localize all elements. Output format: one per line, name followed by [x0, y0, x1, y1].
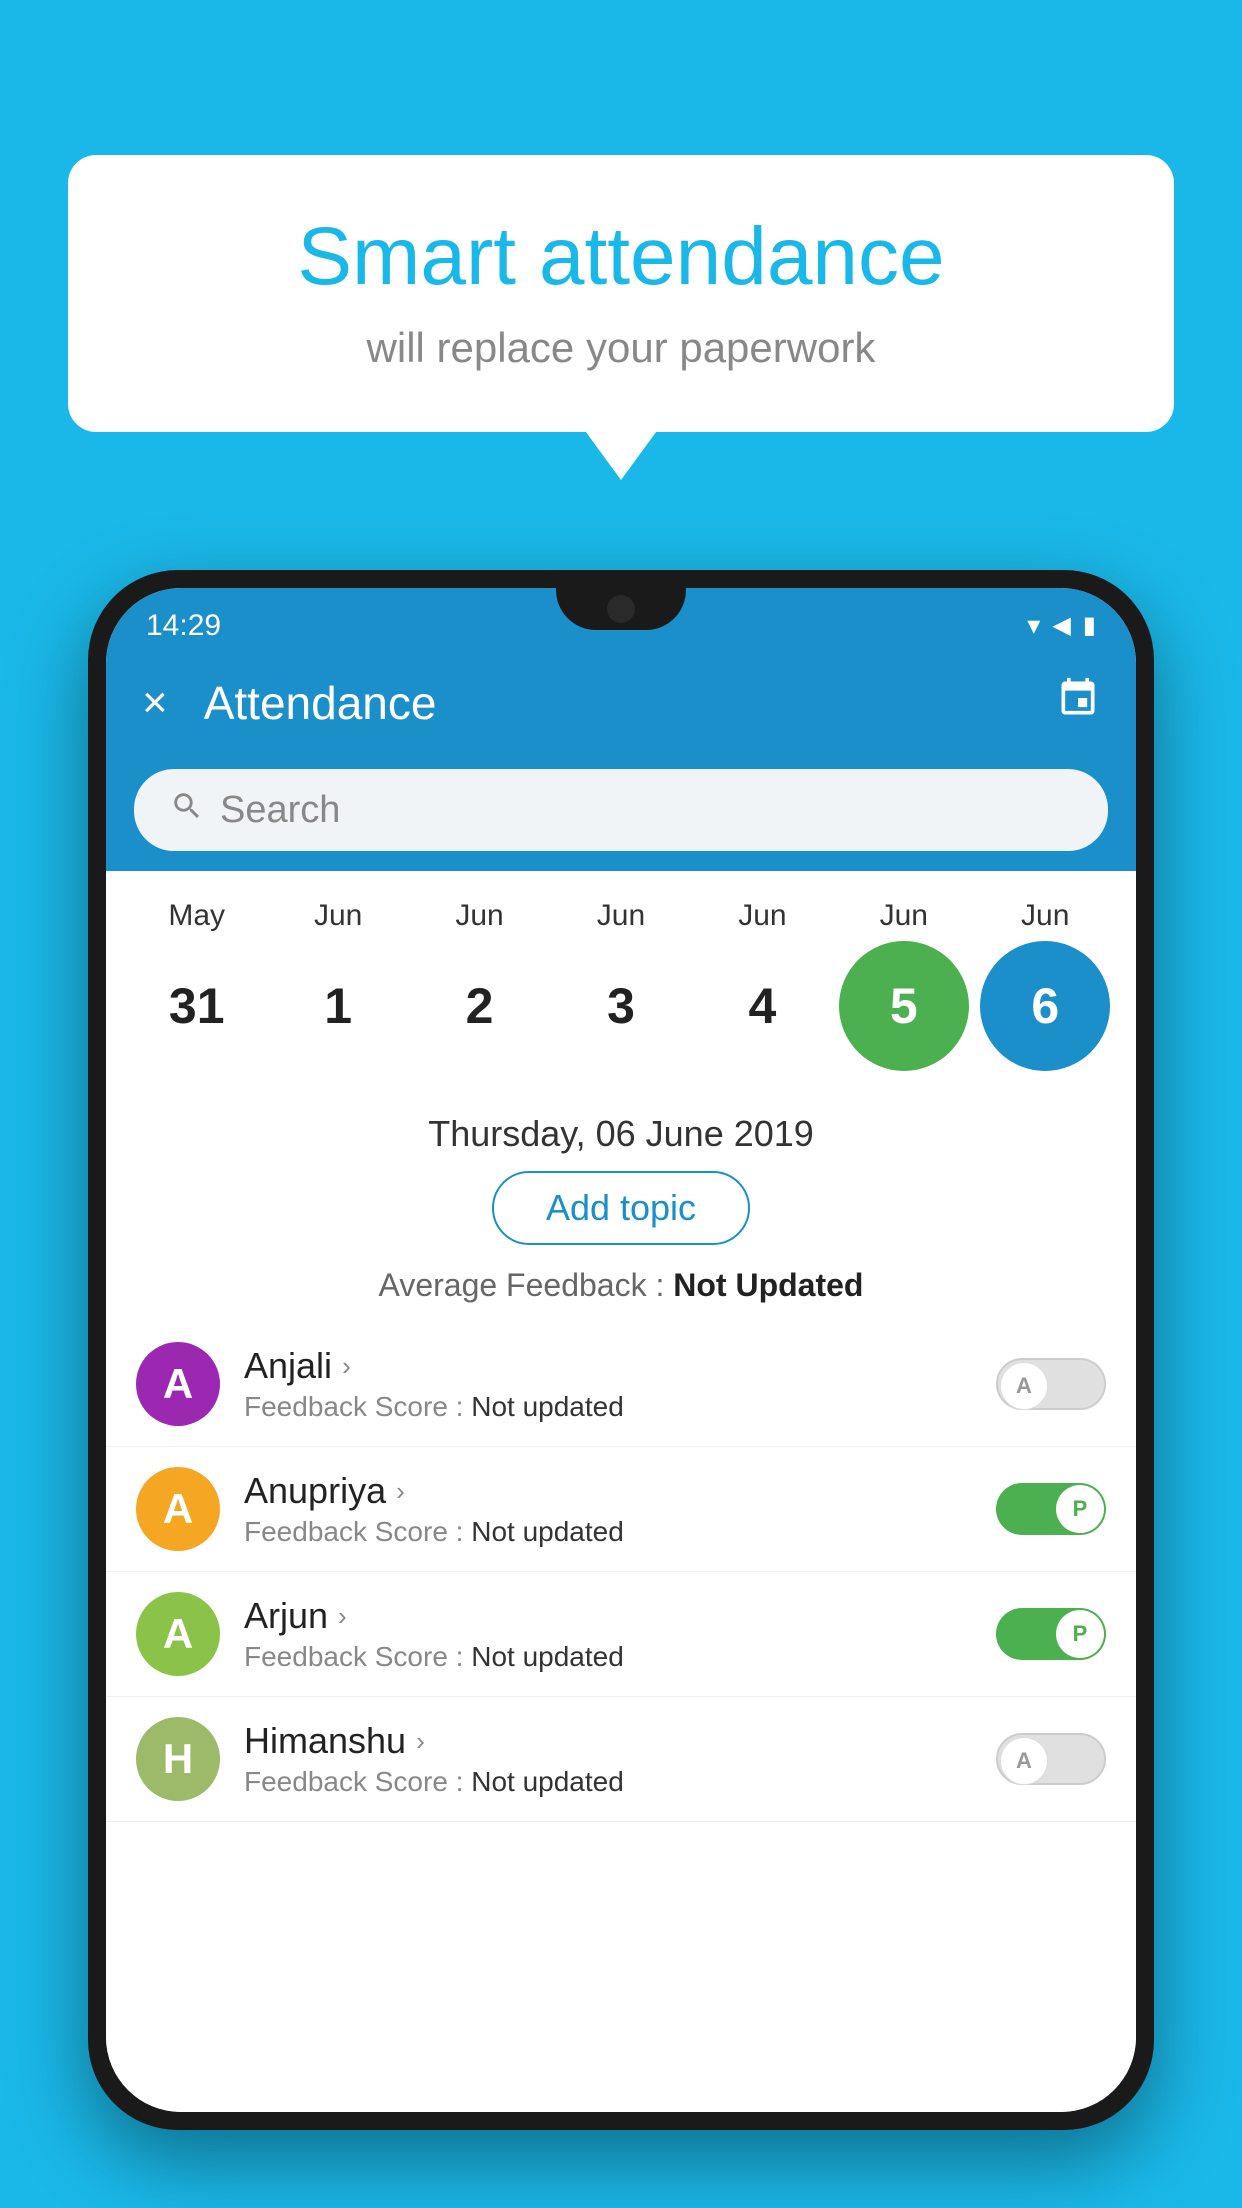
- toggle-switch[interactable]: P: [996, 1608, 1106, 1660]
- chevron-icon: ›: [342, 1351, 351, 1382]
- speech-bubble: Smart attendance will replace your paper…: [68, 155, 1174, 432]
- toggle-switch[interactable]: A: [996, 1358, 1106, 1410]
- calendar-date[interactable]: 4: [697, 941, 827, 1071]
- student-item: H Himanshu › Feedback Score : Not update…: [106, 1697, 1136, 1822]
- phone-notch: [556, 588, 686, 630]
- attendance-toggle[interactable]: A: [996, 1358, 1106, 1410]
- toggle-knob: P: [1056, 1485, 1104, 1533]
- calendar-date[interactable]: 2: [415, 941, 545, 1071]
- search-bar-wrapper: Search: [106, 753, 1136, 871]
- calendar-month: Jun: [273, 899, 403, 933]
- toggle-switch[interactable]: A: [996, 1733, 1106, 1785]
- student-avatar: H: [136, 1717, 220, 1801]
- app-bar: × Attendance: [106, 653, 1136, 753]
- student-feedback: Feedback Score : Not updated: [244, 1391, 996, 1423]
- search-icon: [170, 789, 204, 832]
- speech-bubble-title: Smart attendance: [128, 210, 1114, 304]
- student-feedback: Feedback Score : Not updated: [244, 1766, 996, 1798]
- signal-icon: ◀: [1052, 611, 1070, 640]
- chevron-icon: ›: [416, 1726, 425, 1757]
- student-name[interactable]: Anupriya ›: [244, 1470, 996, 1512]
- attendance-toggle[interactable]: P: [996, 1608, 1106, 1660]
- speech-bubble-subtitle: will replace your paperwork: [128, 324, 1114, 372]
- student-info: Anupriya › Feedback Score : Not updated: [244, 1470, 996, 1548]
- avg-feedback-value: Not Updated: [673, 1267, 863, 1303]
- calendar-month: Jun: [839, 899, 969, 933]
- student-name[interactable]: Anjali ›: [244, 1345, 996, 1387]
- battery-icon: ▮: [1083, 611, 1096, 640]
- calendar-month: May: [132, 899, 262, 933]
- toggle-switch[interactable]: P: [996, 1483, 1106, 1535]
- toggle-knob: P: [1056, 1610, 1104, 1658]
- content-area: Thursday, 06 June 2019 Add topic Average…: [106, 1091, 1136, 2112]
- phone-wrapper: 14:29 ▾ ◀ ▮ × Attendance: [88, 570, 1154, 2208]
- student-name[interactable]: Arjun ›: [244, 1595, 996, 1637]
- chevron-icon: ›: [338, 1601, 347, 1632]
- close-button[interactable]: ×: [142, 681, 168, 725]
- toggle-knob: A: [1000, 1737, 1048, 1785]
- calendar-month: Jun: [697, 899, 827, 933]
- attendance-toggle[interactable]: P: [996, 1483, 1106, 1535]
- student-name[interactable]: Himanshu ›: [244, 1720, 996, 1762]
- speech-bubble-container: Smart attendance will replace your paper…: [68, 155, 1174, 432]
- student-feedback: Feedback Score : Not updated: [244, 1641, 996, 1673]
- front-camera: [607, 595, 635, 623]
- phone-outer: 14:29 ▾ ◀ ▮ × Attendance: [88, 570, 1154, 2130]
- add-topic-button[interactable]: Add topic: [492, 1171, 750, 1245]
- search-placeholder: Search: [220, 789, 340, 832]
- student-avatar: A: [136, 1467, 220, 1551]
- calendar-month: Jun: [556, 899, 686, 933]
- calendar-date[interactable]: 3: [556, 941, 686, 1071]
- status-icons: ▾ ◀ ▮: [1027, 610, 1096, 641]
- student-info: Anjali › Feedback Score : Not updated: [244, 1345, 996, 1423]
- student-list: A Anjali › Feedback Score : Not updated …: [106, 1322, 1136, 2112]
- app-bar-title: Attendance: [204, 676, 1056, 730]
- calendar-dates: 31123456: [126, 941, 1116, 1071]
- student-item: A Arjun › Feedback Score : Not updated P: [106, 1572, 1136, 1697]
- avg-feedback: Average Feedback : Not Updated: [106, 1267, 1136, 1304]
- calendar-icon[interactable]: [1056, 676, 1100, 730]
- student-info: Arjun › Feedback Score : Not updated: [244, 1595, 996, 1673]
- calendar-month: Jun: [980, 899, 1110, 933]
- calendar-date[interactable]: 6: [980, 941, 1110, 1071]
- attendance-toggle[interactable]: A: [996, 1733, 1106, 1785]
- calendar-date[interactable]: 5: [839, 941, 969, 1071]
- student-item: A Anjali › Feedback Score : Not updated …: [106, 1322, 1136, 1447]
- avg-feedback-label: Average Feedback :: [379, 1267, 665, 1303]
- search-bar[interactable]: Search: [134, 769, 1108, 851]
- calendar-months: May Jun Jun Jun Jun Jun Jun: [126, 899, 1116, 933]
- calendar-strip: May Jun Jun Jun Jun Jun Jun 31123456: [106, 871, 1136, 1091]
- phone-screen: 14:29 ▾ ◀ ▮ × Attendance: [106, 588, 1136, 2112]
- toggle-knob: A: [1000, 1362, 1048, 1410]
- status-time: 14:29: [146, 609, 221, 643]
- student-avatar: A: [136, 1342, 220, 1426]
- wifi-icon: ▾: [1027, 610, 1040, 641]
- student-avatar: A: [136, 1592, 220, 1676]
- calendar-date[interactable]: 1: [273, 941, 403, 1071]
- student-feedback: Feedback Score : Not updated: [244, 1516, 996, 1548]
- calendar-date[interactable]: 31: [132, 941, 262, 1071]
- student-info: Himanshu › Feedback Score : Not updated: [244, 1720, 996, 1798]
- chevron-icon: ›: [396, 1476, 405, 1507]
- calendar-month: Jun: [415, 899, 545, 933]
- student-item: A Anupriya › Feedback Score : Not update…: [106, 1447, 1136, 1572]
- selected-date: Thursday, 06 June 2019: [106, 1091, 1136, 1171]
